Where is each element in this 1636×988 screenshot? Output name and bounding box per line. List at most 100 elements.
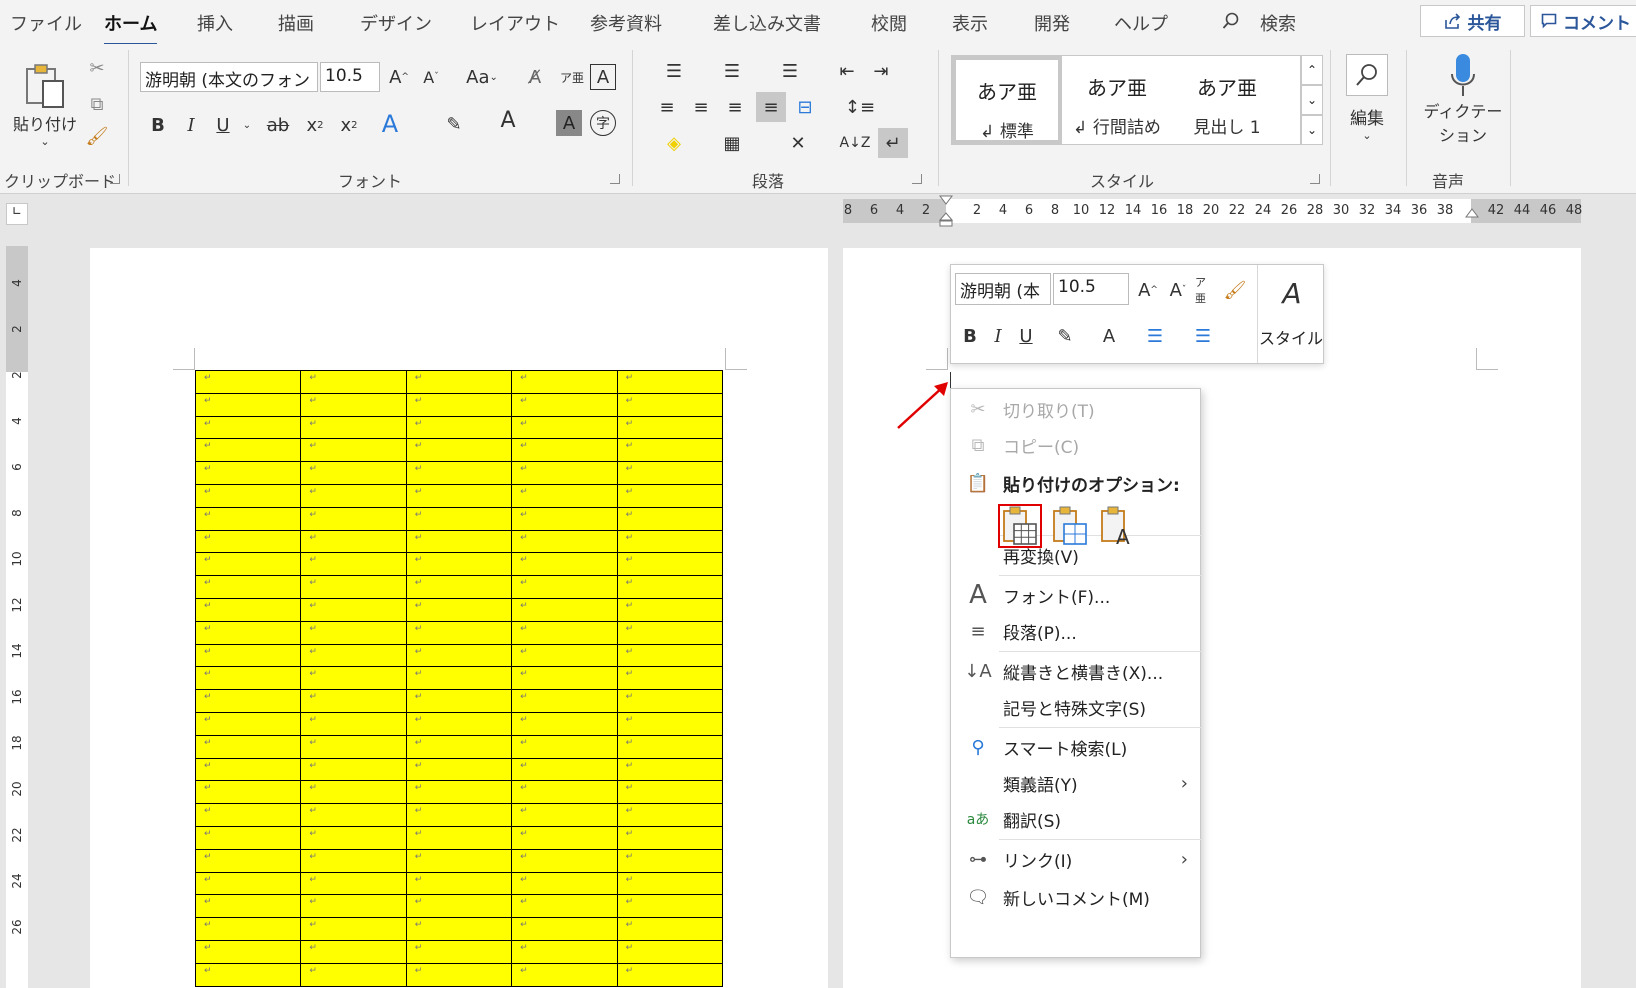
table-cell[interactable]: ↵ — [616, 506, 724, 531]
table-cell[interactable]: ↵ — [616, 711, 724, 736]
table-cell[interactable]: ↵ — [405, 529, 513, 554]
dictate-button[interactable]: ディクテー ション — [1418, 52, 1508, 164]
table-cell[interactable]: ↵ — [616, 643, 724, 668]
text-effects-icon[interactable]: A — [375, 108, 405, 140]
clear-format-icon[interactable]: A̸ — [520, 62, 550, 92]
table-cell[interactable]: ↵ — [300, 370, 407, 394]
mini-phonetic-icon[interactable]: ア亜 — [1195, 275, 1215, 305]
gallery-scroll-up[interactable]: ⌃ — [1301, 55, 1323, 85]
paste-merge-table-button[interactable] — [1048, 504, 1092, 548]
strikethrough-button[interactable]: ab — [262, 110, 294, 140]
table-cell[interactable]: ↵ — [616, 803, 724, 827]
menu-text-direction[interactable]: ↓A 縦書きと横書き(X)... — [951, 653, 1202, 689]
mini-styles-label[interactable]: スタイル — [1259, 325, 1323, 349]
table-cell[interactable]: ↵ — [511, 939, 618, 964]
char-border-icon[interactable]: A — [590, 64, 616, 90]
table-cell[interactable]: ↵ — [194, 597, 302, 622]
tab-mailings[interactable]: 差し込み文書 — [713, 10, 821, 36]
increase-indent-icon[interactable]: ⇥ — [866, 56, 896, 86]
borders-icon[interactable]: ▦ — [710, 128, 754, 158]
mini-grow-font-icon[interactable]: A ^ — [1135, 275, 1161, 305]
mini-styles-icon[interactable]: A — [1267, 273, 1317, 313]
font-color-icon[interactable]: A — [494, 104, 522, 136]
paste-text-only-button[interactable]: A — [1096, 504, 1140, 548]
tab-help[interactable]: ヘルプ — [1114, 10, 1168, 36]
table-cell[interactable]: ↵ — [511, 711, 618, 736]
distributed-icon[interactable]: ⊟ — [790, 92, 820, 122]
line-spacing-icon[interactable]: ↕≡ — [838, 92, 882, 122]
table-cell[interactable]: ↵ — [511, 620, 618, 645]
table-cell[interactable]: ↵ — [300, 917, 407, 941]
bold-button[interactable]: B — [145, 110, 171, 140]
table-cell[interactable]: ↵ — [616, 780, 724, 805]
table-cell[interactable]: ↵ — [405, 894, 513, 919]
table-cell[interactable]: ↵ — [300, 392, 407, 417]
table-cell[interactable]: ↵ — [300, 506, 407, 531]
table-cell[interactable]: ↵ — [616, 597, 724, 622]
tab-view[interactable]: 表示 — [952, 10, 988, 36]
table-cell[interactable]: ↵ — [511, 529, 618, 554]
table-cell[interactable]: ↵ — [194, 894, 302, 919]
table-cell[interactable]: ↵ — [300, 438, 407, 463]
comment-button[interactable]: コメント — [1530, 5, 1636, 37]
menu-link[interactable]: ⊶ リンク(I) › — [951, 841, 1202, 877]
numbering-icon[interactable]: ☰ — [710, 56, 754, 86]
table-cell[interactable]: ↵ — [194, 825, 302, 850]
table-cell[interactable]: ↵ — [194, 803, 302, 827]
table-cell[interactable]: ↵ — [194, 392, 302, 417]
table-cell[interactable]: ↵ — [405, 575, 513, 599]
table-cell[interactable]: ↵ — [616, 734, 724, 759]
table-cell[interactable]: ↵ — [511, 917, 618, 941]
table-cell[interactable]: ↵ — [194, 780, 302, 805]
mini-bullets-icon[interactable]: ☰ — [1133, 321, 1177, 351]
table-cell[interactable]: ↵ — [194, 370, 302, 394]
table-cell[interactable]: ↵ — [194, 962, 302, 987]
gallery-scroll-down[interactable]: ⌄ — [1301, 85, 1323, 115]
table-cell[interactable]: ↵ — [511, 962, 618, 987]
clipboard-launcher-icon[interactable] — [110, 174, 120, 184]
table-cell[interactable]: ↵ — [511, 871, 618, 896]
table-cell[interactable]: ↵ — [511, 370, 618, 394]
table-cell[interactable]: ↵ — [300, 529, 407, 554]
table-cell[interactable]: ↵ — [616, 825, 724, 850]
table-cell[interactable]: ↵ — [405, 461, 513, 485]
tab-developer[interactable]: 開発 — [1034, 10, 1070, 36]
underline-dropdown-icon[interactable]: ⌄ — [240, 110, 254, 140]
menu-synonyms[interactable]: 類義語(Y) › — [951, 765, 1202, 801]
table-cell[interactable]: ↵ — [300, 461, 407, 485]
table-cell[interactable]: ↵ — [511, 552, 618, 577]
table-cell[interactable]: ↵ — [511, 483, 618, 508]
table-cell[interactable]: ↵ — [300, 552, 407, 577]
gallery-more[interactable]: ⌄ — [1301, 115, 1323, 145]
align-center-icon[interactable]: ≡ — [686, 92, 716, 122]
table-cell[interactable]: ↵ — [405, 962, 513, 987]
table-cell[interactable]: ↵ — [194, 438, 302, 463]
styles-launcher-icon[interactable] — [1310, 174, 1320, 184]
table-cell[interactable]: ↵ — [300, 894, 407, 919]
table-cell[interactable]: ↵ — [405, 825, 513, 850]
mini-format-painter-icon[interactable]: 🖌 — [1221, 275, 1249, 305]
table-cell[interactable]: ↵ — [194, 871, 302, 896]
table-cell[interactable]: ↵ — [405, 597, 513, 622]
table-cell[interactable]: ↵ — [616, 689, 724, 713]
table-cell[interactable]: ↵ — [511, 575, 618, 599]
font-size-dropdown[interactable]: 10.5 — [320, 62, 380, 92]
justify-icon[interactable]: ≡ — [756, 92, 786, 122]
table-cell[interactable]: ↵ — [300, 734, 407, 759]
editing-button[interactable]: 編集 ⌄ — [1342, 54, 1392, 164]
table-cell[interactable]: ↵ — [300, 620, 407, 645]
table-cell[interactable]: ↵ — [616, 620, 724, 645]
align-right-icon[interactable]: ≡ — [720, 92, 750, 122]
shrink-font-icon[interactable]: Aˇ — [418, 62, 444, 92]
menu-translate[interactable]: aあ 翻訳(S) — [951, 801, 1202, 837]
table-cell[interactable]: ↵ — [194, 689, 302, 713]
table-cell[interactable]: ↵ — [616, 392, 724, 417]
table-cell[interactable]: ↵ — [194, 848, 302, 873]
tab-insert[interactable]: 挿入 — [197, 10, 233, 36]
table-cell[interactable]: ↵ — [405, 643, 513, 668]
table-cell[interactable]: ↵ — [616, 917, 724, 941]
table-cell[interactable]: ↵ — [300, 689, 407, 713]
table-cell[interactable]: ↵ — [405, 552, 513, 577]
font-launcher-icon[interactable] — [610, 174, 620, 184]
style-normal[interactable]: あア亜 ↲ 標準 — [952, 56, 1062, 144]
